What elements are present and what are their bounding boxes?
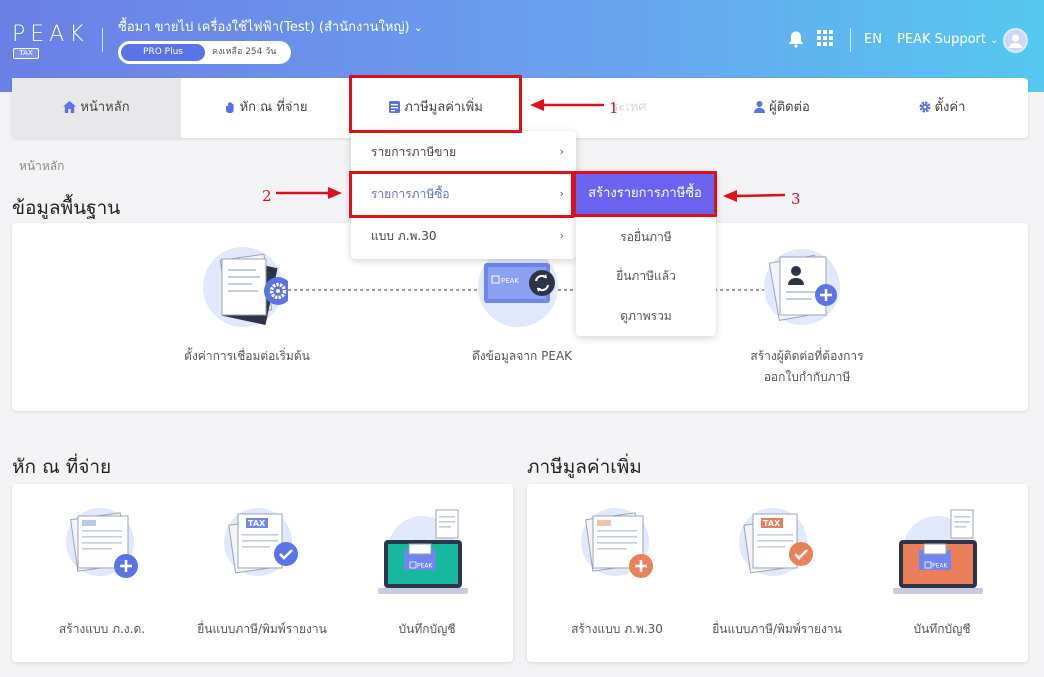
create-pp30-illustration[interactable] <box>575 506 659 582</box>
item-caption: ยื่นแบบภาษี/พิมพ์รายงาน <box>197 622 327 636</box>
hand-icon <box>225 101 234 113</box>
apps-grid-icon[interactable] <box>817 30 833 46</box>
file-vat-report-illustration[interactable]: TAX <box>733 506 819 582</box>
plan-badge: PRO Plus <box>121 44 205 61</box>
section-title-basic: ข้อมูลพื้นฐาน <box>12 197 121 219</box>
breadcrumb[interactable]: หน้าหลัก <box>19 157 64 176</box>
record-vat-accounting-illustration[interactable]: PEAK <box>891 506 987 600</box>
nav-label: ตั้งค่า <box>934 100 966 115</box>
create-contact-illustration[interactable] <box>756 245 846 327</box>
annotation-arrow-2 <box>276 187 342 199</box>
menu-item-label: รายการภาษีขาย <box>371 145 457 159</box>
peak-label: PEAK <box>417 563 434 570</box>
step-caption: ดึงข้อมูลจาก PEAK <box>471 349 573 363</box>
create-pnd-illustration[interactable] <box>60 506 144 582</box>
step-caption: ออกใบกำกับภาษี <box>763 370 851 384</box>
nav-label: ผู้ติดต่อ <box>769 100 810 115</box>
annotation-arrow-3 <box>723 190 785 202</box>
company-selector[interactable]: ซื้อมา ขายไป เครื่องใช้ไฟฟ้า(Test) (สำนั… <box>118 16 423 37</box>
peak-logo[interactable]: PEAK TAX <box>12 22 89 59</box>
wht-card: สร้างแบบ ภ.ง.ด. TAX ยื่นแบบภาษี/พิมพ์ราย… <box>12 484 513 662</box>
connection-settings-illustration[interactable] <box>198 245 288 327</box>
chevron-down-icon: ⌄ <box>990 35 999 46</box>
submenu-overview[interactable]: ดูภาพรวม <box>576 307 716 326</box>
menu-item-sales-tax[interactable]: รายการภาษีขาย › <box>351 131 576 173</box>
section-title-vat: ภาษีมูลค่าเพิ่ม <box>527 456 642 478</box>
menu-item-label: แบบ ภ.พ.30 <box>371 229 437 243</box>
item-caption: บันทึกบัญชี <box>398 622 456 636</box>
company-name: ซื้อมา ขายไป เครื่องใช้ไฟฟ้า(Test) (สำนั… <box>118 20 410 35</box>
nav-settings[interactable]: ตั้งค่า <box>872 78 1012 138</box>
item-caption: บันทึกบัญชี <box>913 622 971 636</box>
annotation-arrow-1 <box>530 99 604 111</box>
header-divider <box>102 28 103 52</box>
annotation-number: 3 <box>791 190 801 208</box>
logo-tag: TAX <box>13 48 39 59</box>
nav-home[interactable]: หน้าหลัก <box>12 78 181 138</box>
nav-withholding-tax[interactable]: หัก ณ ที่จ่าย <box>181 78 350 138</box>
submenu-filed[interactable]: ยื่นภาษีแล้ว <box>576 267 716 286</box>
annotation-box-2 <box>349 171 574 218</box>
annotation-box-1 <box>349 75 522 133</box>
record-accounting-illustration[interactable]: PEAK <box>376 506 472 600</box>
peak-label: PEAK <box>501 277 519 285</box>
step-caption: ตั้งค่าการเชื่อมต่อเริ่มต้น <box>184 349 310 363</box>
item-caption: สร้างแบบ ภ.ง.ด. <box>58 622 146 636</box>
user-menu[interactable]: PEAK Support ⌄ <box>897 32 998 47</box>
item-caption: ยื่นแบบภาษี/พิมพ์รายงาน <box>712 622 842 636</box>
avatar-user-icon <box>1005 30 1026 51</box>
nav-contacts[interactable]: ผู้ติดต่อ <box>712 78 852 138</box>
vat-card: สร้างแบบ ภ.พ.30 TAX ยื่นแบบภาษี/พิมพ์ราย… <box>527 484 1028 662</box>
file-tax-report-illustration[interactable]: TAX <box>218 506 304 582</box>
section-title-wht: หัก ณ ที่จ่าย <box>12 456 112 478</box>
logo-text: PEAK <box>12 22 89 47</box>
tax-label: TAX <box>248 519 266 528</box>
nav-label: หน้าหลัก <box>80 100 130 115</box>
header-divider <box>850 28 851 52</box>
chevron-right-icon: › <box>559 145 564 158</box>
chevron-down-icon: ⌄ <box>413 21 423 34</box>
annotation-number: 2 <box>262 187 272 205</box>
avatar[interactable] <box>1003 28 1028 53</box>
user-name: PEAK Support <box>897 32 986 47</box>
bell-icon[interactable] <box>787 30 805 48</box>
plan-pill: PRO Plus คงเหลือ 254 วัน <box>118 41 291 64</box>
submenu-pending-filing[interactable]: รอยื่นภาษี <box>576 228 716 247</box>
annotation-number: 1 <box>609 99 619 117</box>
home-icon <box>63 101 77 113</box>
user-icon <box>754 101 766 113</box>
chevron-right-icon: › <box>559 229 564 242</box>
tax-label: TAX <box>763 519 781 528</box>
language-switch[interactable]: EN <box>864 32 882 47</box>
step-caption: สร้างผู้ติดต่อที่ต้องการ <box>750 349 864 363</box>
gear-icon <box>919 101 931 113</box>
peak-label: PEAK <box>932 563 949 570</box>
nav-label: หัก ณ ที่จ่าย <box>239 100 308 115</box>
plan-remaining: คงเหลือ 254 วัน <box>212 47 277 57</box>
annotation-box-3 <box>573 171 717 217</box>
item-caption: สร้างแบบ ภ.พ.30 <box>571 622 663 636</box>
menu-item-pp30[interactable]: แบบ ภ.พ.30 › <box>351 215 576 257</box>
